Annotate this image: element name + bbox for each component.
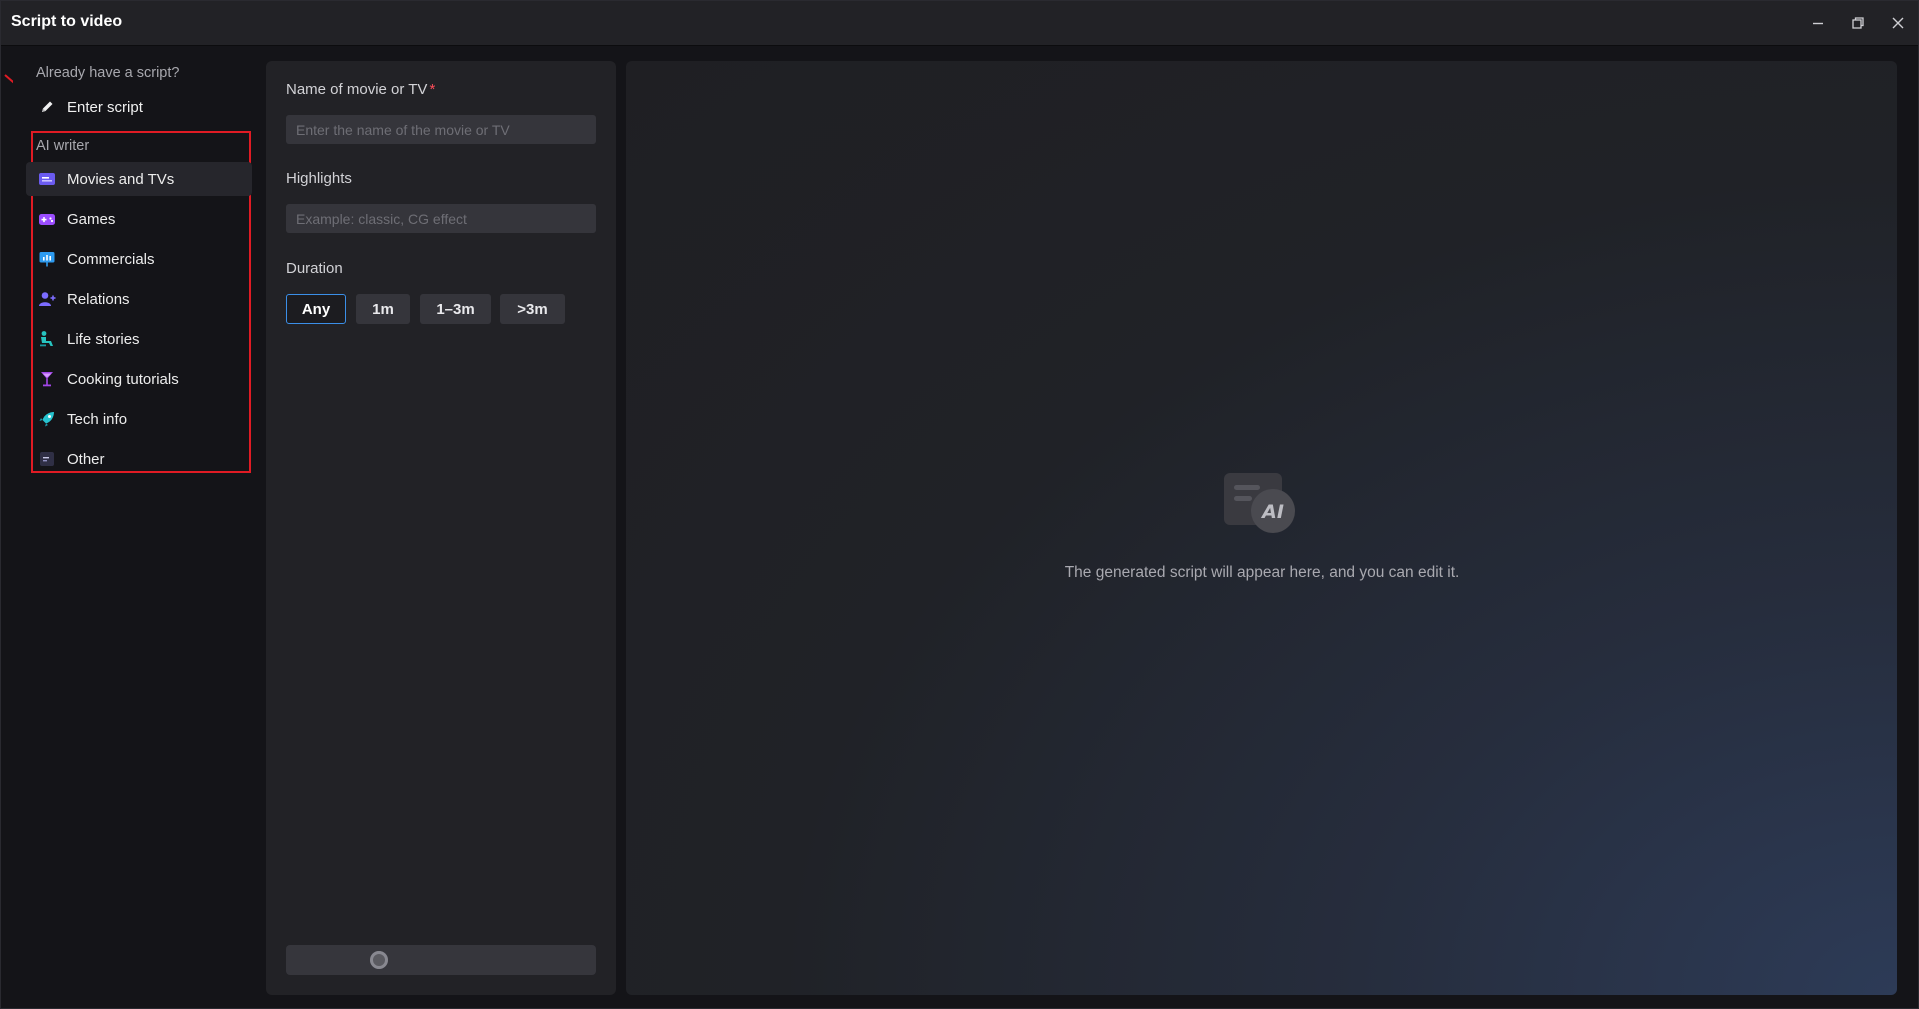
category-label: Tech info: [67, 410, 128, 428]
category-commercials[interactable]: Commercials: [26, 242, 252, 276]
duration-option-1m[interactable]: 1m: [356, 294, 410, 324]
category-label: Cooking tutorials: [67, 370, 179, 388]
seated-person-icon: [38, 330, 56, 348]
category-life-stories[interactable]: Life stories: [26, 322, 252, 356]
film-icon: [38, 170, 56, 188]
category-label: Life stories: [67, 330, 140, 348]
category-label: Commercials: [67, 250, 155, 268]
category-other[interactable]: Other: [26, 442, 252, 476]
svg-text:AI: AI: [1260, 501, 1284, 523]
category-label: Games: [67, 210, 116, 228]
duration-option-any[interactable]: Any: [286, 294, 346, 324]
pencil-icon: [37, 97, 57, 117]
title-bar: Script to video: [1, 1, 1918, 46]
movie-name-label: Name of movie or TV *: [286, 81, 435, 98]
cocktail-glass-icon: [38, 370, 56, 388]
ai-writer-label: AI writer: [36, 138, 90, 154]
gamepad-icon: [38, 210, 56, 228]
sidebar: Already have a script? Enter script AI w…: [13, 49, 265, 999]
loading-spinner-icon: [370, 951, 388, 969]
category-label: Other: [67, 450, 105, 468]
movie-name-input[interactable]: [286, 115, 596, 144]
category-relations[interactable]: Relations: [26, 282, 252, 316]
presentation-icon: [38, 250, 56, 268]
category-cooking-tutorials[interactable]: Cooking tutorials: [26, 362, 252, 396]
rocket-icon: [38, 410, 56, 428]
user-add-icon: [38, 290, 56, 308]
ai-script-icon: AI: [1224, 473, 1295, 533]
restore-icon: [1852, 17, 1864, 29]
script-to-video-window: Script to video Already have a script? E…: [0, 0, 1919, 1009]
window-title: Script to video: [11, 13, 123, 30]
close-button[interactable]: [1886, 11, 1910, 35]
list-icon: [38, 450, 56, 468]
script-section-label: Already have a script?: [36, 65, 180, 81]
enter-script-button[interactable]: Enter script: [37, 93, 143, 121]
minimize-icon: [1813, 22, 1823, 25]
duration-option-1-3m[interactable]: 1–3m: [420, 294, 491, 324]
category-label: Relations: [67, 290, 130, 308]
category-label: Movies and TVs: [67, 170, 175, 188]
empty-state-text: The generated script will appear here, a…: [1064, 564, 1460, 581]
category-movies-and-tvs[interactable]: Movies and TVs: [26, 162, 252, 196]
movie-name-label-text: Name of movie or TV: [286, 81, 428, 98]
script-preview-panel: AI The generated script will appear here…: [626, 61, 1897, 995]
duration-label: Duration: [286, 260, 343, 277]
script-form-panel: Name of movie or TV* Highlights Duration…: [266, 61, 616, 995]
generate-script-button[interactable]: [286, 945, 596, 975]
category-games[interactable]: Games: [26, 202, 252, 236]
enter-script-label: Enter script: [67, 98, 143, 116]
highlights-label: Highlights: [286, 170, 352, 187]
category-tech-info[interactable]: Tech info: [26, 402, 252, 436]
close-icon: [1892, 17, 1904, 29]
required-mark: *: [429, 81, 436, 98]
minimize-button[interactable]: [1806, 11, 1830, 35]
highlights-input[interactable]: [286, 204, 596, 233]
duration-option-over-3m[interactable]: >3m: [500, 294, 565, 324]
restore-button[interactable]: [1846, 11, 1870, 35]
